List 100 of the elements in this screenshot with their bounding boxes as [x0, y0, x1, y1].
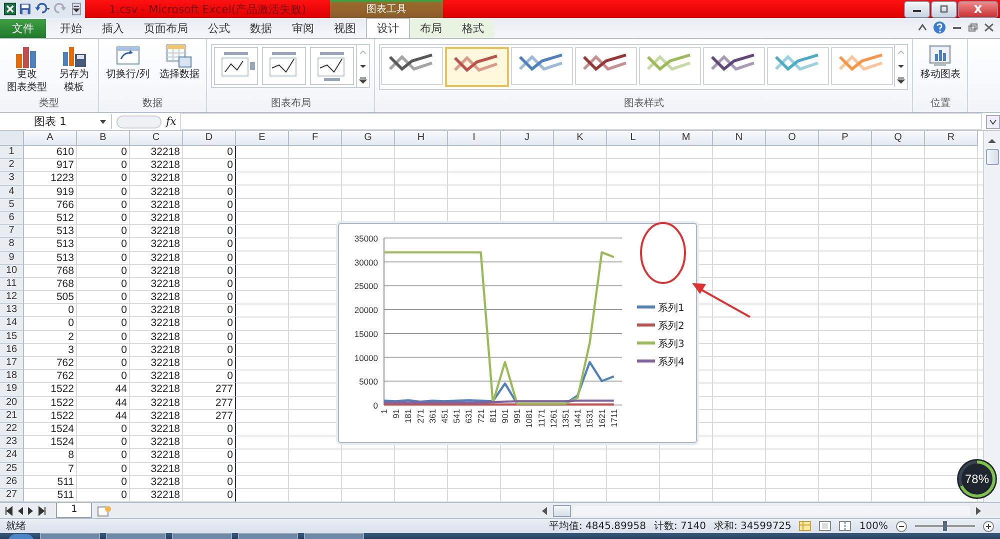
- chart-style-thumbnail[interactable]: [445, 47, 510, 87]
- row-header[interactable]: 2: [0, 159, 24, 172]
- column-header[interactable]: F: [289, 131, 342, 146]
- row-header[interactable]: 23: [0, 436, 24, 450]
- collapse-ribbon-icon[interactable]: [918, 23, 927, 32]
- row-header[interactable]: 27: [0, 488, 24, 502]
- column-header[interactable]: K: [554, 131, 607, 146]
- column-header[interactable]: G: [342, 131, 395, 146]
- name-box[interactable]: 图表 1: [0, 114, 112, 129]
- column-header[interactable]: O: [766, 131, 819, 146]
- row-header[interactable]: 13: [0, 304, 24, 318]
- zoom-out-icon[interactable]: [896, 520, 907, 532]
- chart-style-thumbnail[interactable]: [703, 47, 766, 85]
- row-header[interactable]: 22: [0, 422, 24, 436]
- undo-icon[interactable]: [34, 2, 50, 16]
- scrollbar-thumb[interactable]: [986, 149, 998, 165]
- chart-style-thumbnail[interactable]: [831, 47, 894, 85]
- row-header[interactable]: 17: [0, 357, 24, 370]
- customize-toolbar-icon[interactable]: [72, 2, 81, 16]
- close-button[interactable]: [958, 0, 998, 18]
- row-header[interactable]: 21: [0, 410, 24, 423]
- last-sheet-icon[interactable]: [38, 506, 47, 516]
- column-header[interactable]: P: [819, 131, 872, 146]
- ribbon-tab[interactable]: 审阅: [282, 19, 324, 38]
- chart-style-thumbnail[interactable]: [639, 47, 702, 85]
- close-workbook-icon[interactable]: [984, 23, 994, 32]
- chart-layout-thumbnail[interactable]: [310, 47, 354, 85]
- first-sheet-icon[interactable]: [4, 506, 13, 516]
- page-break-icon[interactable]: [839, 521, 852, 531]
- row-header[interactable]: 9: [0, 252, 24, 265]
- ribbon-tab[interactable]: 插入: [92, 19, 134, 38]
- ribbon-tab[interactable]: 公式: [198, 19, 240, 38]
- help-icon[interactable]: [933, 21, 946, 34]
- ribbon-tab[interactable]: 视图: [324, 19, 366, 38]
- gallery-more-icon[interactable]: [896, 76, 906, 84]
- row-header[interactable]: 5: [0, 198, 24, 212]
- row-header[interactable]: 14: [0, 317, 24, 331]
- chart-layout-thumbnail[interactable]: [262, 47, 306, 85]
- row-header[interactable]: 26: [0, 476, 24, 489]
- column-header[interactable]: N: [713, 131, 766, 146]
- row-header[interactable]: 4: [0, 186, 24, 199]
- ribbon-tab[interactable]: 布局: [410, 19, 452, 38]
- zoom-slider-thumb[interactable]: [943, 521, 947, 531]
- row-header[interactable]: 3: [0, 172, 24, 186]
- row-header[interactable]: 12: [0, 291, 24, 304]
- row-header[interactable]: 18: [0, 370, 24, 384]
- chart-style-thumbnail[interactable]: [381, 47, 444, 85]
- column-header[interactable]: H: [395, 131, 448, 146]
- chart-layout-thumbnail[interactable]: [214, 47, 258, 85]
- insert-sheet-icon[interactable]: [95, 504, 114, 516]
- column-header[interactable]: I: [448, 131, 501, 146]
- row-header[interactable]: 24: [0, 449, 24, 462]
- previous-sheet-icon[interactable]: [16, 506, 24, 516]
- ribbon-tab[interactable]: 设计: [366, 18, 410, 38]
- ribbon-tab[interactable]: 格式: [452, 19, 494, 38]
- ribbon-button[interactable]: 更改 图表类型: [4, 42, 50, 96]
- chart-style-thumbnail[interactable]: [511, 47, 574, 85]
- next-sheet-icon[interactable]: [27, 506, 35, 516]
- expand-formula-icon[interactable]: [986, 114, 1000, 128]
- chart-frame[interactable]: 0 5000 10000 15000 20000 25000 30000 35000 1 91 181 271 361 451 541 631 721 811 901 991 1081 1171 1261 1351 1441 1531 1621 1711 系列1 系列2 系列3 系列4: [338, 223, 697, 443]
- insert-function-button[interactable]: fx: [166, 115, 176, 128]
- column-header[interactable]: J: [501, 131, 554, 146]
- row-header[interactable]: 20: [0, 396, 24, 410]
- row-header[interactable]: 25: [0, 462, 24, 476]
- column-header[interactable]: R: [925, 131, 978, 146]
- ribbon-button[interactable]: 选择数据: [156, 42, 202, 83]
- restore-button[interactable]: [931, 0, 957, 18]
- gallery-more-icon[interactable]: [358, 76, 368, 84]
- column-header[interactable]: M: [660, 131, 713, 146]
- column-header[interactable]: Q: [872, 131, 925, 146]
- row-header[interactable]: 6: [0, 212, 24, 226]
- ribbon-tab[interactable]: 数据: [240, 19, 282, 38]
- file-tab[interactable]: 文件: [0, 19, 46, 38]
- chart-style-thumbnail[interactable]: [767, 47, 830, 85]
- column-header[interactable]: L: [607, 131, 660, 146]
- zoom-level[interactable]: 100%: [859, 520, 888, 532]
- formula-input[interactable]: [180, 113, 982, 130]
- row-header[interactable]: 1: [0, 146, 24, 160]
- column-header[interactable]: C: [130, 131, 183, 146]
- sheet-tab[interactable]: 1: [56, 503, 92, 518]
- row-header[interactable]: 7: [0, 225, 24, 238]
- column-header[interactable]: E: [236, 131, 289, 146]
- column-header[interactable]: D: [183, 131, 236, 146]
- ribbon-tab[interactable]: 开始: [50, 19, 92, 38]
- ribbon-button[interactable]: 另存为 模板: [54, 42, 94, 96]
- row-header[interactable]: 16: [0, 344, 24, 357]
- row-header[interactable]: 10: [0, 264, 24, 278]
- row-header[interactable]: 19: [0, 383, 24, 397]
- chart-style-thumbnail[interactable]: [575, 47, 638, 85]
- page-layout-icon[interactable]: [819, 521, 832, 531]
- ribbon-button[interactable]: 移动图表: [917, 42, 964, 83]
- row-header[interactable]: 11: [0, 278, 24, 292]
- minimize-button[interactable]: [904, 0, 930, 18]
- zoom-in-icon[interactable]: [983, 520, 994, 532]
- row-header[interactable]: 8: [0, 238, 24, 252]
- column-header[interactable]: B: [77, 131, 130, 146]
- scrollbar-thumb[interactable]: [553, 504, 572, 516]
- restore-workbook-icon[interactable]: [968, 23, 978, 32]
- ribbon-button[interactable]: 切换行/列: [103, 42, 152, 83]
- row-header[interactable]: 15: [0, 330, 24, 344]
